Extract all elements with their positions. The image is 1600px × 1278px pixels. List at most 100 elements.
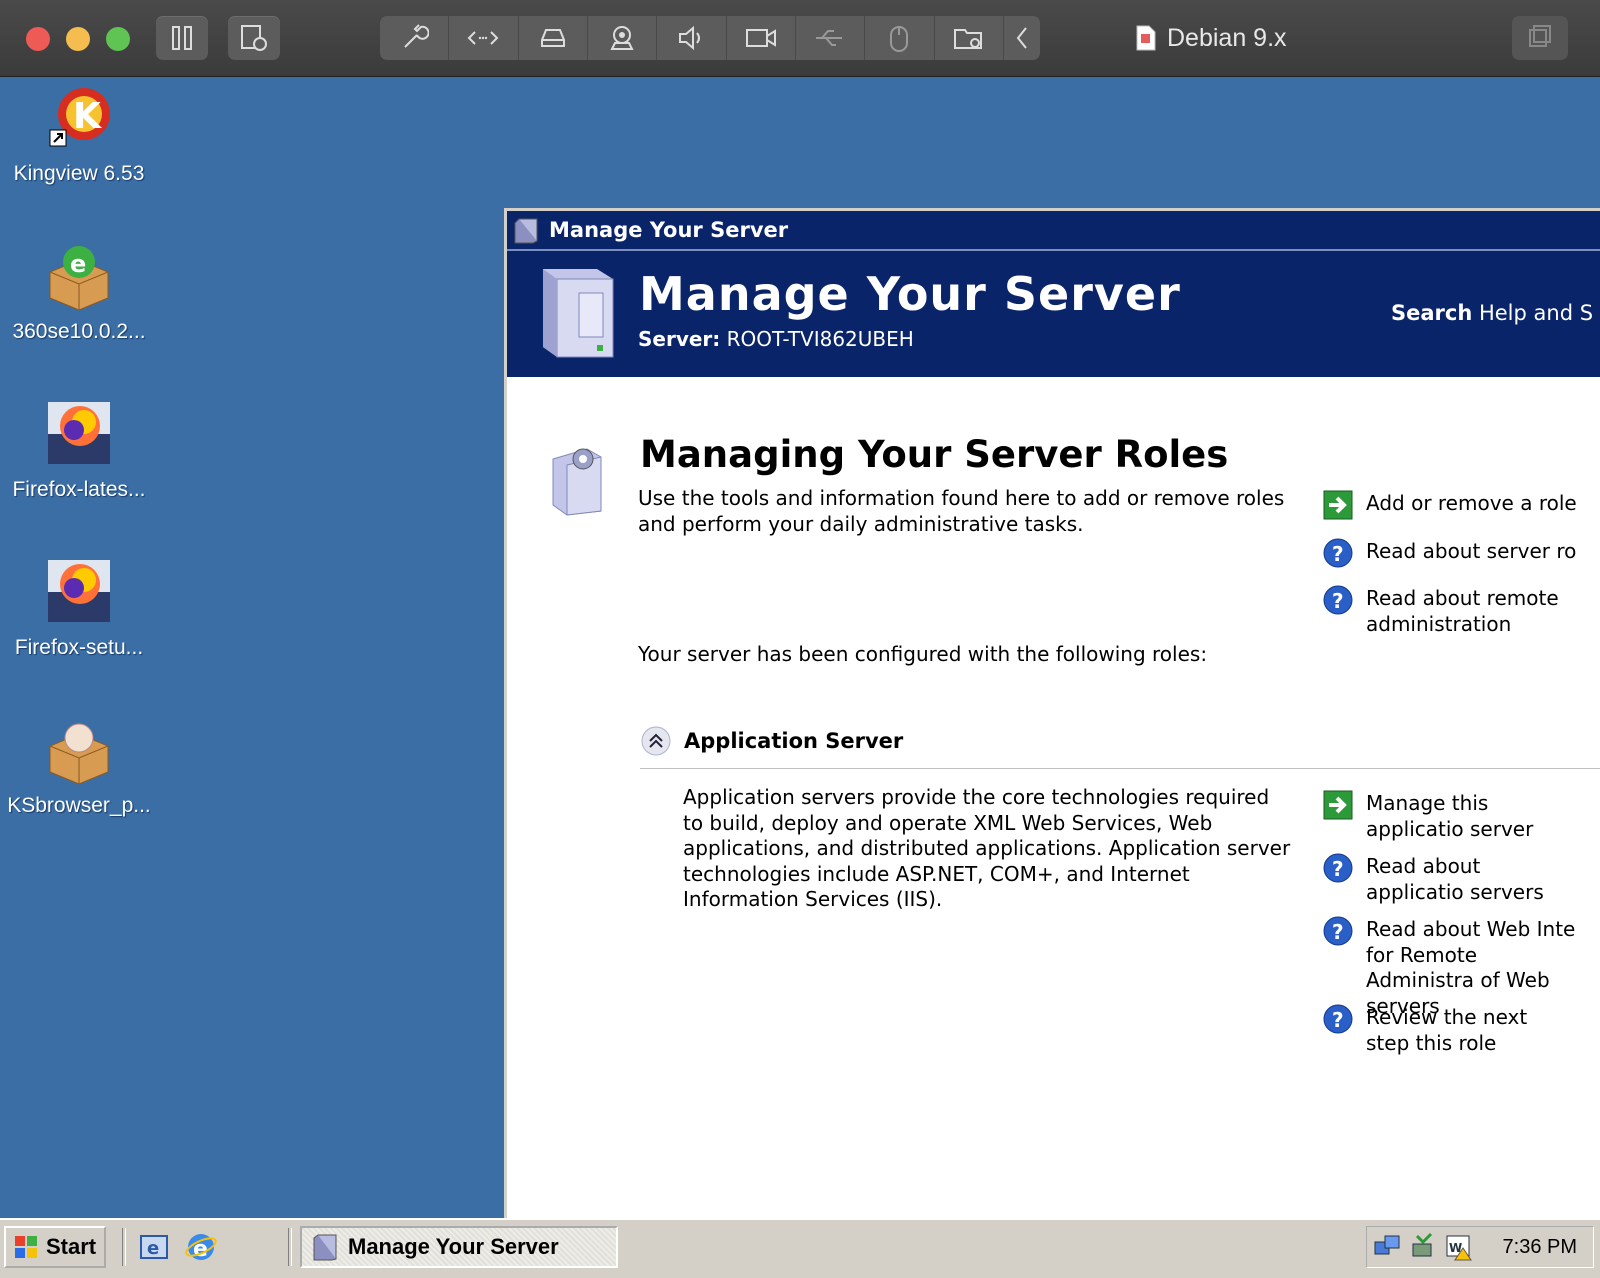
internet-explorer-icon[interactable]: e <box>184 1230 218 1264</box>
read-about-web-interface-link[interactable]: ? Read about Web Inte for Remote Adminis… <box>1322 916 1576 1019</box>
video-button[interactable] <box>727 16 796 60</box>
fullscreen-button[interactable] <box>1512 16 1568 60</box>
security-warning-icon[interactable]: W <box>1445 1232 1475 1262</box>
zoom-window-button[interactable] <box>106 27 130 51</box>
action-label: Manage this applicatio server <box>1366 791 1534 841</box>
collapse-chevron-icon[interactable] <box>640 725 672 757</box>
disk-button[interactable] <box>519 16 588 60</box>
windows-logo-icon <box>15 1236 37 1258</box>
webcam-icon <box>610 26 634 50</box>
add-remove-role-link[interactable]: Add or remove a role <box>1322 490 1600 521</box>
configured-roles-text: Your server has been configured with the… <box>638 642 1208 666</box>
action-label: Review the next step this role <box>1366 1005 1528 1055</box>
help-icon: ? <box>1323 853 1353 883</box>
vm-title: Debian 9.x <box>1135 20 1287 56</box>
mouse-button[interactable] <box>865 16 935 60</box>
desktop-icon-firefox-setup[interactable]: Firefox-setu... <box>0 558 158 660</box>
window-titlebar[interactable]: Manage Your Server <box>507 211 1600 249</box>
camera-button[interactable] <box>588 16 658 60</box>
server-icon <box>313 1234 337 1261</box>
network-icon[interactable] <box>1373 1232 1403 1262</box>
vm-title-text: Debian 9.x <box>1167 23 1287 52</box>
show-desktop-icon[interactable]: e <box>138 1230 172 1264</box>
desktop-icon-label: 360se10.0.2... <box>12 320 146 343</box>
manage-your-server-window: Manage Your Server Manage Your Server Se… <box>504 208 1600 1222</box>
read-about-remote-admin-link[interactable]: ? Read about remote administration <box>1322 585 1566 637</box>
taskbar-button-manage-your-server[interactable]: Manage Your Server <box>300 1226 618 1268</box>
action-label: Read about remote administration <box>1366 586 1559 636</box>
roles-intro: Use the tools and information found here… <box>638 486 1285 536</box>
wrench-icon <box>404 24 430 48</box>
mouse-icon <box>890 26 909 52</box>
taskbar: Start e e Manage Your Server W 7:36 PM <box>0 1218 1600 1278</box>
manage-application-server-link[interactable]: Manage this applicatio server <box>1322 790 1566 842</box>
svg-text:?: ? <box>1332 857 1344 881</box>
folder-icon <box>953 29 982 49</box>
video-camera-icon <box>745 29 776 47</box>
search-help-link[interactable]: Search Help and S <box>1391 301 1593 325</box>
roles-heading: Managing Your Server Roles <box>640 433 1229 476</box>
taskbar-separator <box>288 1228 292 1266</box>
server-tower-icon <box>543 269 614 358</box>
svg-text:e: e <box>147 1238 159 1259</box>
desktop-icon-label: Kingview 6.53 <box>13 162 145 185</box>
clock: 7:36 PM <box>1502 1235 1577 1258</box>
network-activity-icon[interactable] <box>1409 1232 1439 1262</box>
server-label: Server: <box>638 327 721 351</box>
snapshot-button[interactable] <box>228 16 280 60</box>
usb-button[interactable] <box>796 16 866 60</box>
server-icon <box>514 218 538 244</box>
read-about-application-servers-link[interactable]: ? Read about applicatio servers <box>1322 853 1566 905</box>
desktop-icon-ksbrowser[interactable]: KSbrowser_p... <box>0 716 158 818</box>
settings-button[interactable] <box>380 16 450 60</box>
svg-text:?: ? <box>1332 589 1344 613</box>
review-next-steps-link[interactable]: ? Review the next step this role <box>1322 1004 1566 1056</box>
role-description: Application servers provide the core tec… <box>683 785 1291 911</box>
action-label: Add or remove a role <box>1366 491 1577 515</box>
role-divider <box>640 768 1600 769</box>
svg-text:?: ? <box>1332 1008 1344 1032</box>
window-header: Manage Your Server Server: ROOT-TVI862UB… <box>507 249 1600 379</box>
pause-button[interactable] <box>156 16 208 60</box>
collapse-toolbar-button[interactable] <box>1004 16 1040 60</box>
vm-toolbar: Debian 9.x <box>0 0 1600 77</box>
green-arrow-icon <box>1323 790 1353 820</box>
pause-icon <box>172 26 192 50</box>
help-icon: ? <box>1323 916 1353 946</box>
action-label: Read about applicatio servers <box>1366 854 1544 904</box>
green-arrow-icon <box>1323 490 1353 520</box>
windows-overlap-icon <box>1529 25 1551 47</box>
code-icon <box>468 31 499 45</box>
sound-button[interactable] <box>657 16 727 60</box>
svg-text:e: e <box>70 250 86 278</box>
action-label: Read about Web Inte for Remote Administr… <box>1366 917 1576 1018</box>
desktop-icon-label: KSbrowser_p... <box>7 794 151 817</box>
header-title: Manage Your Server <box>639 267 1181 321</box>
start-button[interactable]: Start <box>4 1226 106 1268</box>
speaker-icon <box>679 25 701 51</box>
search-label: Search <box>1391 301 1473 325</box>
server-name: ROOT-TVI862UBEH <box>726 327 914 351</box>
svg-text:?: ? <box>1332 542 1344 566</box>
desktop-icon-360se[interactable]: e 360se10.0.2... <box>0 242 158 344</box>
server-roles-icon <box>552 448 602 516</box>
taskbar-separator <box>122 1228 126 1266</box>
shared-folder-button[interactable] <box>935 16 1004 60</box>
usb-icon <box>816 30 843 46</box>
minimize-window-button[interactable] <box>66 27 90 51</box>
desktop-icon-kingview[interactable]: K Kingview 6.53 <box>0 84 158 186</box>
read-about-server-roles-link[interactable]: ? Read about server ro <box>1322 538 1600 569</box>
search-rest-label: Help and S <box>1472 301 1594 325</box>
code-button[interactable] <box>449 16 519 60</box>
start-label: Start <box>46 1234 97 1259</box>
chevron-left-icon <box>1016 27 1027 49</box>
window-content: Managing Your Server Roles Use the tools… <box>507 377 1600 1222</box>
hard-disk-icon <box>540 29 565 47</box>
close-window-button[interactable] <box>26 27 50 51</box>
desktop-icon-label: Firefox-lates... <box>12 478 146 501</box>
device-toolbar <box>380 16 1040 60</box>
firefox-installer-icon <box>44 558 114 628</box>
desktop-icon-firefox-latest[interactable]: Firefox-lates... <box>0 400 158 502</box>
svg-text:?: ? <box>1332 920 1344 944</box>
system-tray: W 7:36 PM <box>1366 1226 1594 1268</box>
